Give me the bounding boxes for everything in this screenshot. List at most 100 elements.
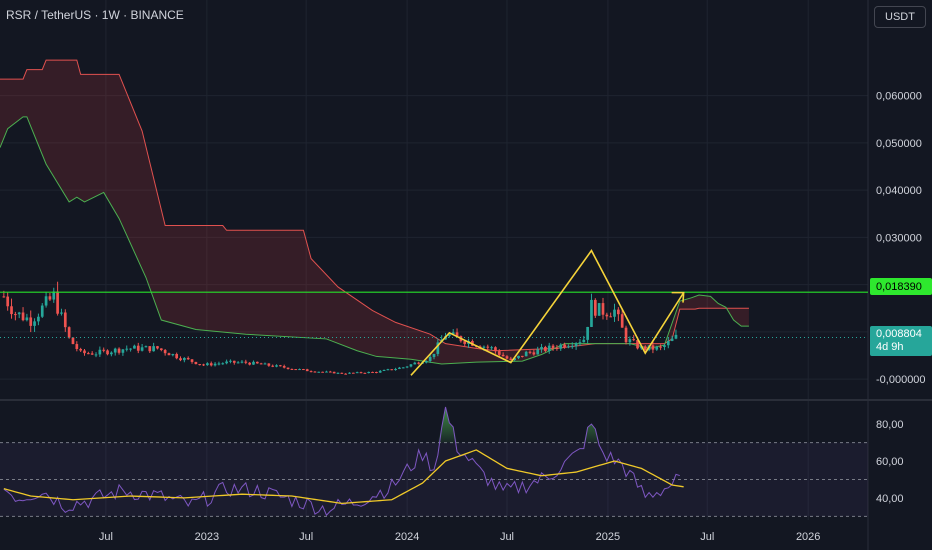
candle-body — [71, 337, 75, 345]
candle-body — [570, 346, 574, 348]
candle-body — [56, 291, 59, 314]
rsi-y-tick-label: 40,00 — [876, 493, 904, 505]
candle-body — [63, 312, 67, 328]
candle-body — [90, 353, 94, 355]
candle-body — [398, 367, 401, 369]
candle-body — [33, 321, 36, 326]
cloud-fill — [0, 60, 749, 364]
candle-body — [659, 346, 662, 348]
candle-body — [417, 362, 420, 364]
rsi-pane — [0, 406, 868, 517]
candle-body — [336, 372, 340, 374]
candle-body — [313, 371, 317, 373]
candle-body — [509, 358, 513, 361]
candle-body — [666, 340, 670, 346]
y-tick-label: -0,000000 — [876, 374, 926, 386]
candle-body — [578, 342, 582, 344]
candle-body — [179, 358, 182, 361]
candle-body — [198, 364, 202, 366]
candle-body — [98, 349, 102, 355]
candle-body — [601, 303, 605, 315]
candle-body — [209, 363, 213, 366]
resistance-price-tag: 0,018390 — [870, 278, 932, 295]
candle-body — [590, 299, 593, 327]
candle-body — [490, 347, 493, 349]
candle-body — [152, 346, 155, 352]
candle-body — [302, 369, 305, 371]
candle-body — [298, 369, 301, 371]
candle-body — [501, 354, 505, 357]
x-tick-label: Jul — [299, 531, 313, 543]
candle-body — [21, 312, 25, 321]
candle-body — [582, 339, 586, 343]
candle-body — [536, 349, 540, 355]
last-price-tag: 0,008804 4d 9h — [870, 326, 932, 356]
x-tick-label: 2023 — [195, 531, 219, 543]
candle-body — [390, 369, 394, 371]
candle-body — [113, 348, 117, 353]
candle-body — [244, 361, 248, 363]
candle-body — [37, 316, 40, 322]
candle-body — [163, 350, 167, 354]
candle-body — [102, 349, 106, 351]
candle-body — [48, 296, 52, 300]
candle-body — [386, 369, 390, 371]
candle-body — [613, 309, 616, 317]
candle-body — [279, 365, 282, 367]
candle-body — [275, 365, 278, 367]
candle-body — [290, 368, 294, 370]
candle-body — [463, 341, 467, 344]
candle-body — [317, 371, 321, 373]
bar-countdown: 4d 9h — [876, 341, 904, 353]
candle-body — [632, 339, 636, 341]
ichimoku-cloud — [0, 59, 749, 365]
rsi-overbought-fill — [3, 407, 680, 443]
candle-body — [125, 348, 129, 350]
candle-body — [229, 360, 232, 362]
candle-body — [259, 363, 263, 365]
candle-body — [332, 371, 336, 374]
candle-body — [371, 371, 374, 373]
candle-body — [609, 316, 613, 318]
candle-body — [655, 346, 659, 350]
candle-body — [144, 346, 148, 348]
candle-body — [83, 350, 86, 354]
candle-body — [213, 363, 217, 366]
candle-body — [432, 353, 436, 358]
candle-body — [117, 348, 121, 353]
candle-body — [540, 346, 543, 350]
candle-body — [567, 346, 570, 348]
candle-body — [424, 360, 428, 363]
y-tick-label: 0,050000 — [876, 138, 922, 150]
candle-body — [217, 363, 221, 365]
candle-body — [236, 362, 240, 364]
candle-body — [75, 344, 79, 349]
candle-body — [363, 372, 367, 374]
currency-button[interactable]: USDT — [874, 6, 926, 28]
candle-body — [605, 314, 609, 317]
candle-body — [375, 372, 378, 374]
candle-body — [482, 346, 486, 348]
candle-body — [29, 317, 33, 326]
candle-body — [6, 296, 10, 307]
candle-body — [271, 365, 275, 367]
candle-body — [282, 366, 286, 368]
candle-body — [551, 345, 555, 348]
candle-body — [574, 343, 578, 347]
candle-body — [175, 354, 179, 359]
candle-body — [110, 352, 113, 355]
candle-body — [136, 345, 140, 351]
candle-body — [14, 314, 17, 316]
chart-canvas[interactable]: 0,060000 0,050000 0,040000 0,030000 -0,00000… — [0, 0, 932, 550]
candle-body — [674, 334, 678, 339]
candle-body — [106, 350, 109, 355]
candle-body — [340, 372, 344, 374]
y-tick-label: 0,040000 — [876, 185, 922, 197]
candle-body — [593, 299, 597, 316]
candle-body — [559, 344, 563, 349]
x-tick-label: Jul — [500, 531, 514, 543]
candle-body — [86, 353, 90, 355]
symbol-title[interactable]: RSR / TetherUS · 1W · BINANCE — [6, 8, 184, 22]
candle-body — [202, 364, 205, 366]
candle-body — [183, 357, 186, 361]
